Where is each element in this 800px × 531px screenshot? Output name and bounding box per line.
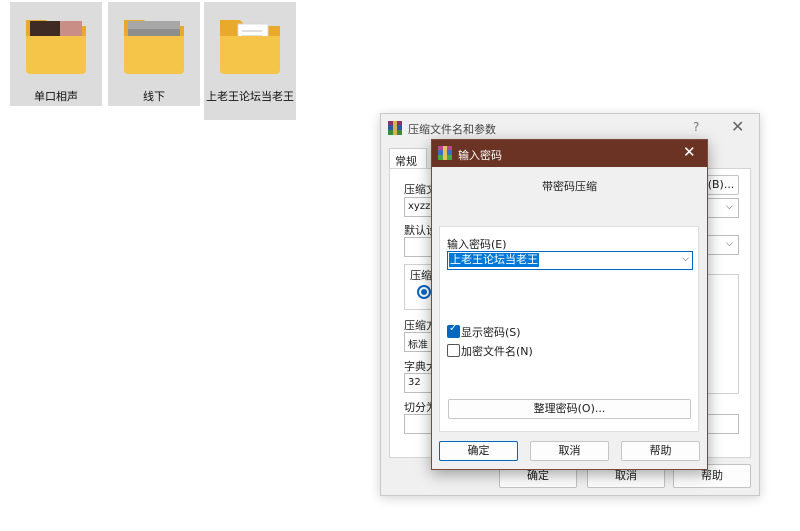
compression-method-value: 标准: [408, 340, 428, 351]
help-icon[interactable]: ?: [693, 120, 699, 134]
chevron-down-icon: ⌵: [726, 202, 733, 212]
help-button[interactable]: 帮助: [621, 441, 700, 461]
tab-general[interactable]: 常规: [389, 148, 427, 169]
folder-label: 单口相声: [34, 90, 78, 103]
cancel-button[interactable]: 取消: [530, 441, 609, 461]
browse-label: (B)...: [707, 178, 735, 191]
archive-format-label: 压缩: [410, 269, 432, 282]
desktop-folder-laowang[interactable]: 上老王论坛当老王: [204, 2, 296, 120]
dialog-heading: 带密码压缩: [542, 180, 597, 193]
dialog-title-bar: 输入密码 ✕: [432, 140, 707, 167]
format-rar-radio[interactable]: [417, 285, 431, 299]
dictionary-size-value: 32: [408, 377, 421, 388]
folder-label: 线下: [143, 90, 165, 103]
winrar-icon: [438, 146, 452, 160]
password-input[interactable]: 上老王论坛当老王 ⌵: [447, 251, 693, 270]
password-value: 上老王论坛当老王: [449, 253, 539, 267]
tab-label: 常规: [395, 155, 417, 168]
organize-passwords-label: 整理密码(O)...: [533, 402, 606, 415]
cancel-label: 取消: [615, 469, 637, 482]
dialog-title: 输入密码: [458, 149, 502, 162]
browse-button[interactable]: (B)...: [703, 175, 739, 195]
show-password-checkbox[interactable]: 显示密码(S): [447, 323, 567, 339]
show-password-label: 显示密码(S): [461, 326, 521, 339]
chevron-down-icon: ⌵: [726, 239, 733, 249]
dialog-title: 压缩文件名和参数: [408, 123, 496, 136]
desktop-folder-danko[interactable]: 单口相声: [10, 2, 102, 106]
encrypt-file-names-checkbox[interactable]: 加密文件名(N): [447, 343, 567, 358]
folder-with-photo-icon: [26, 20, 86, 74]
password-label: 输入密码(E): [447, 238, 507, 251]
folder-with-document-icon: [220, 20, 280, 74]
archive-name-dropdown[interactable]: ⌵: [707, 198, 739, 218]
update-mode-dropdown[interactable]: ⌵: [707, 235, 739, 255]
enter-password-dialog: 输入密码 ✕ 带密码压缩 输入密码(E) 上老王论坛当老王 ⌵ 显示密码(S) …: [431, 139, 708, 470]
dialog-title-bar: 压缩文件名和参数 ? ✕: [381, 114, 759, 142]
ok-button[interactable]: 确定: [439, 441, 518, 461]
checkbox-checked-icon: [447, 323, 460, 338]
folder-with-gray-content-icon: [124, 20, 184, 74]
help-label: 帮助: [649, 444, 672, 457]
checkbox-unchecked-icon: [447, 344, 460, 357]
volume-unit-select[interactable]: [707, 414, 739, 434]
ok-label: 确定: [467, 444, 490, 457]
close-icon[interactable]: ✕: [683, 143, 696, 161]
chevron-down-icon[interactable]: ⌵: [682, 254, 689, 264]
winrar-icon: [388, 121, 402, 135]
archive-options-group: [707, 274, 739, 394]
ok-label: 确定: [527, 469, 549, 482]
cancel-label: 取消: [558, 444, 581, 457]
close-icon[interactable]: ✕: [731, 117, 744, 136]
folder-label: 上老王论坛当老王: [206, 90, 294, 103]
organize-passwords-button[interactable]: 整理密码(O)...: [448, 399, 691, 419]
encrypt-file-names-label: 加密文件名(N): [461, 345, 533, 358]
desktop-folder-xianxia[interactable]: 线下: [108, 2, 200, 106]
help-label: 帮助: [701, 469, 723, 482]
